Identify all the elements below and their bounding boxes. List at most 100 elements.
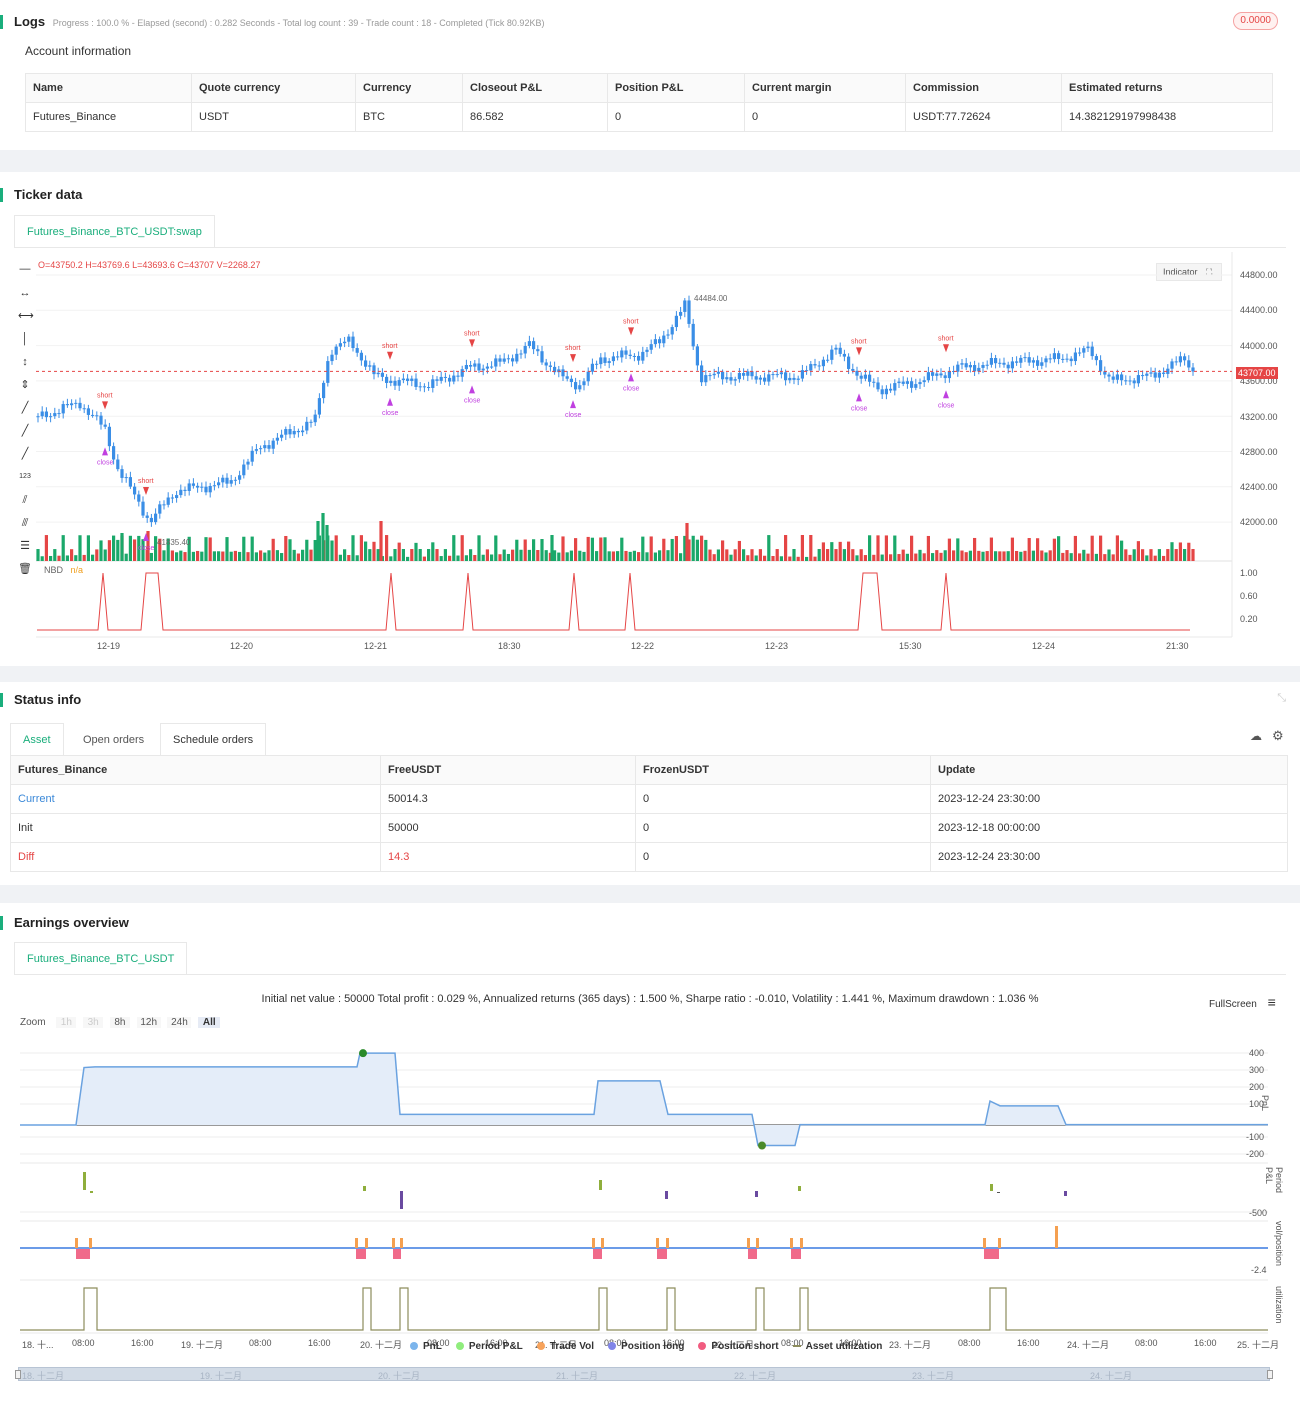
earnings-chart[interactable]: [0, 903, 1300, 1403]
candle-body: [301, 430, 305, 433]
volume-bar: [889, 554, 893, 561]
legend-item[interactable]: Position long: [608, 1341, 684, 1352]
candle-body: [1015, 361, 1019, 363]
volume-bar: [641, 536, 645, 561]
volume-bar: [1015, 550, 1019, 561]
collapse-icon[interactable]: ⤡: [1277, 692, 1286, 705]
candle-body: [872, 381, 876, 383]
candle-body: [779, 372, 783, 375]
candle-body: [981, 364, 985, 368]
volume-bar: [238, 551, 242, 561]
candle-body: [95, 415, 99, 417]
legend-item[interactable]: Period P&L: [455, 1341, 523, 1352]
period-pnl-bar: [363, 1186, 366, 1191]
candle-body: [1183, 356, 1187, 361]
col-estimated-returns: Estimated returns: [1061, 73, 1273, 103]
candle-body: [86, 408, 90, 415]
volume-bar: [931, 553, 935, 561]
candle-body: [876, 382, 880, 390]
legend-label: Asset utilization: [805, 1341, 883, 1352]
tab-open-orders[interactable]: Open orders: [70, 723, 158, 755]
cloud-download-icon[interactable]: ☁: [1250, 729, 1262, 743]
volume-bar: [379, 521, 383, 561]
trade-vol-bar: [983, 1238, 986, 1248]
volume-bar: [292, 549, 296, 561]
candle-body: [1157, 372, 1161, 378]
candlestick-chart[interactable]: short close short close short close short close…: [0, 172, 1300, 666]
close-marker-label: close: [464, 397, 480, 404]
candle-body: [1061, 358, 1065, 360]
account-table-header: Name Quote currency Currency Closeout P&…: [25, 73, 1273, 103]
volume-bar: [99, 540, 103, 561]
candle-body: [292, 430, 296, 435]
table-row: Current 50014.3 0 2023-12-24 23:30:00: [10, 784, 1288, 814]
close-marker-label: close: [938, 402, 954, 409]
candle-body: [758, 377, 762, 380]
volume-bar: [280, 553, 284, 561]
trade-vol-bar: [998, 1238, 1001, 1248]
volume-bar: [1157, 549, 1161, 561]
candle-body: [112, 446, 116, 460]
volume-bar: [859, 549, 863, 561]
navigator-handle-right[interactable]: [1267, 1370, 1273, 1379]
settings-gear-icon[interactable]: ⚙: [1272, 728, 1284, 744]
candle-body: [893, 383, 897, 391]
candle-body: [1187, 360, 1191, 368]
x-axis-tick: 08:00: [958, 1338, 981, 1348]
candle-body: [851, 368, 855, 371]
candle-body: [1141, 375, 1145, 377]
volume-bar: [939, 552, 943, 561]
candle-body: [544, 362, 548, 366]
volume-bar: [431, 542, 435, 561]
candle-body: [830, 349, 834, 360]
volume-bar: [502, 549, 506, 561]
period-tick: -500: [1249, 1208, 1268, 1218]
legend-label: Position short: [711, 1341, 779, 1352]
volume-bar: [1002, 551, 1006, 561]
candle-body: [338, 343, 342, 347]
volume-bar: [133, 539, 137, 561]
tab-schedule-orders[interactable]: Schedule orders: [160, 723, 267, 755]
candle-body: [128, 477, 132, 487]
candle-body: [1153, 372, 1157, 378]
nbd-tick: 0.60: [1240, 591, 1258, 601]
candle-body: [347, 336, 351, 342]
candle-body: [826, 359, 830, 361]
candle-body: [271, 440, 275, 449]
nbd-value: n/a: [70, 565, 84, 575]
close-marker-label: close: [565, 412, 581, 419]
period-pnl-bar: [665, 1191, 668, 1199]
trade-vol-bar: [747, 1238, 750, 1248]
volume-bar: [1162, 555, 1166, 561]
candle-body: [603, 357, 607, 363]
volume-bar: [61, 535, 65, 561]
candle-body: [658, 339, 662, 344]
volume-bar: [880, 554, 884, 561]
legend-marker-icon: [536, 1342, 545, 1350]
navigator-handle-left[interactable]: [15, 1370, 21, 1379]
legend-item[interactable]: Asset utilization: [792, 1341, 883, 1352]
legend-item[interactable]: PnL: [410, 1341, 442, 1352]
candle-body: [204, 486, 208, 493]
candle-body: [61, 404, 65, 414]
legend-item[interactable]: Trade Vol: [536, 1341, 594, 1352]
candle-body: [267, 445, 271, 449]
legend-item[interactable]: Position short: [698, 1341, 779, 1352]
earnings-panel: Earnings overview Futures_Binance_BTC_US…: [0, 903, 1300, 1403]
volume-bar: [418, 549, 422, 561]
period-pnl-bar: [90, 1191, 93, 1193]
volume-bar: [435, 549, 439, 561]
candle-body: [1107, 374, 1111, 377]
candle-body: [922, 380, 926, 383]
candle-body: [1170, 361, 1174, 369]
candle-body: [393, 380, 397, 386]
tab-asset[interactable]: Asset: [10, 723, 64, 756]
volume-bar: [1023, 550, 1027, 561]
volume-bar: [124, 553, 128, 561]
candle-body: [775, 374, 779, 376]
candle-body: [918, 382, 922, 385]
volume-bar: [65, 555, 69, 561]
candle-body: [221, 477, 225, 483]
volume-bar: [427, 549, 431, 561]
candle-body: [166, 497, 170, 505]
